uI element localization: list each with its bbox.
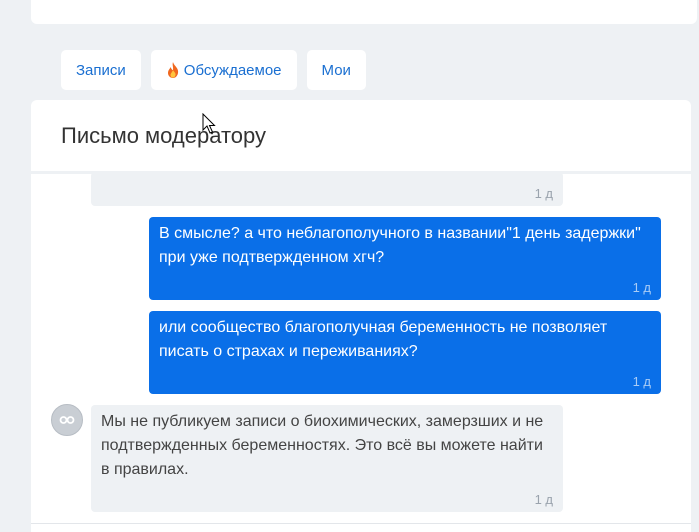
tab-mine[interactable]: Мои (306, 50, 366, 90)
tab-posts-label: Записи (76, 61, 126, 79)
mouse-cursor-icon (202, 113, 216, 134)
tab-discussed-label: Обсуждаемое (183, 61, 282, 79)
message-incoming: 1 д (91, 172, 563, 206)
tab-mine-label: Мои (321, 61, 351, 79)
message-text: В смысле? а что неблагополучного в назва… (159, 225, 641, 266)
chat-title: Письмо модератору (61, 122, 267, 148)
chat-header: Письмо модератору (31, 100, 691, 171)
tab-discussed[interactable]: Обсуждаемое (150, 50, 297, 90)
message-time: 1 д (632, 374, 651, 389)
tab-posts[interactable]: Записи (61, 50, 141, 90)
message-text: или сообщество благополучная беременност… (159, 319, 608, 360)
message-incoming: Мы не публикуем записи о биохимических, … (91, 405, 563, 512)
avatar-glyph-icon (59, 416, 75, 424)
moderator-avatar-icon[interactable] (51, 404, 83, 436)
message-outgoing: В смысле? а что неблагополучного в назва… (149, 217, 661, 300)
feed-tabs: Записи Обсуждаемое Мои (61, 50, 366, 90)
top-card (31, 0, 697, 24)
message-text (91, 172, 563, 177)
message-time: 1 д (632, 280, 651, 295)
message-text: Мы не публикуем записи о биохимических, … (101, 413, 544, 478)
fire-icon (167, 62, 178, 78)
message-time: 1 д (534, 492, 553, 507)
message-time: 1 д (534, 186, 553, 201)
message-outgoing: или сообщество благополучная беременност… (149, 311, 661, 394)
